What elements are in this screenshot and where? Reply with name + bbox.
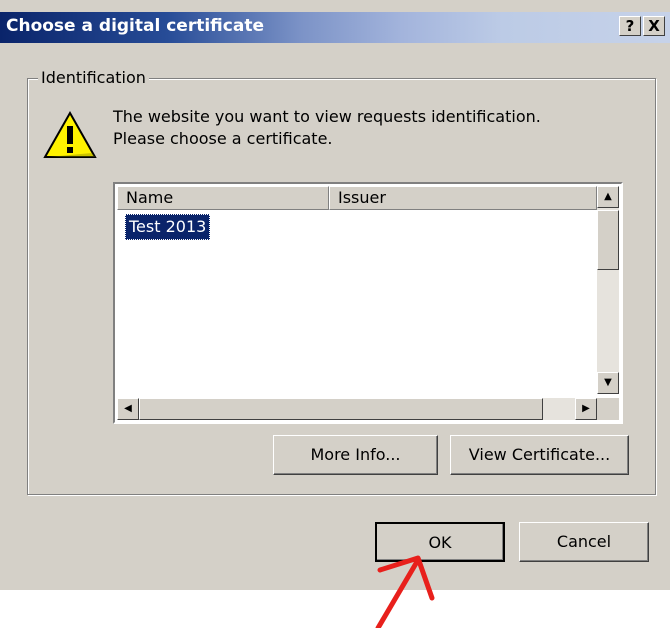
identification-message: The website you want to view requests id… xyxy=(113,106,541,150)
scrollbar-corner xyxy=(597,398,619,420)
column-header-name[interactable]: Name xyxy=(117,186,329,210)
vertical-scrollbar[interactable]: ▲ ▼ xyxy=(597,186,619,394)
scroll-up-icon[interactable]: ▲ xyxy=(597,186,619,208)
more-info-button[interactable]: More Info... xyxy=(273,435,438,475)
scroll-right-icon[interactable]: ▶ xyxy=(575,398,597,420)
certificate-row-selected[interactable]: Test 2013 xyxy=(125,214,211,240)
page-footer-strip xyxy=(0,590,670,628)
horizontal-scroll-thumb[interactable] xyxy=(139,398,543,420)
certificate-list[interactable]: Name Issuer Test 2013 ▲ ▼ ◀ ▶ xyxy=(113,182,623,424)
warning-icon xyxy=(43,110,97,158)
dialog-title: Choose a digital certificate xyxy=(6,16,264,36)
group-label: Identification xyxy=(38,68,149,87)
help-button[interactable]: ? xyxy=(619,16,641,36)
title-bar[interactable]: Choose a digital certificate ? X xyxy=(0,12,670,43)
vertical-scroll-thumb[interactable] xyxy=(597,210,619,270)
scroll-down-icon[interactable]: ▼ xyxy=(597,372,619,394)
column-header-issuer[interactable]: Issuer xyxy=(329,186,597,210)
view-certificate-button[interactable]: View Certificate... xyxy=(450,435,629,475)
cancel-button[interactable]: Cancel xyxy=(519,522,649,562)
red-arrow-annotation xyxy=(375,555,435,628)
certificate-dialog: Choose a digital certificate ? X Identif… xyxy=(0,0,670,590)
scroll-left-icon[interactable]: ◀ xyxy=(117,398,139,420)
horizontal-scrollbar[interactable]: ◀ ▶ xyxy=(117,398,597,420)
message-line-1: The website you want to view requests id… xyxy=(113,107,541,126)
message-line-2: Please choose a certificate. xyxy=(113,129,333,148)
close-button[interactable]: X xyxy=(643,16,665,36)
